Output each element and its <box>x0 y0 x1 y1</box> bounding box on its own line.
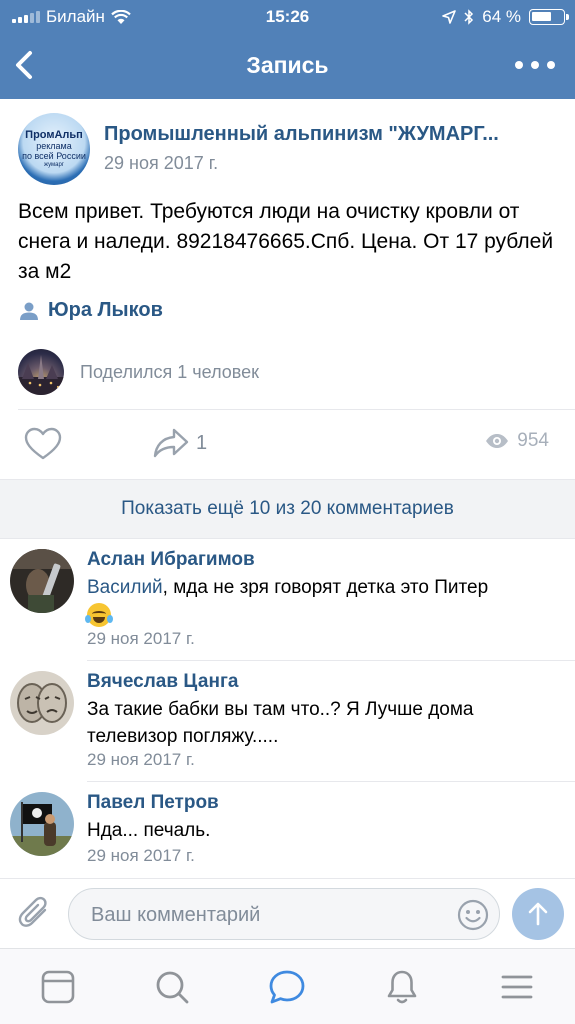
avatar-picture <box>10 549 74 613</box>
share-icon <box>153 428 189 458</box>
show-more-comments-button[interactable]: Показать ещё 10 из 20 комментариев <box>0 479 575 539</box>
comment-text: За такие бабки вы там что..? Я Лучше дом… <box>87 699 474 747</box>
comment-item: Вячеслав Цанга За такие бабки вы там что… <box>0 661 575 782</box>
group-avatar-line4: жумарг <box>43 162 64 168</box>
tab-notifications[interactable] <box>382 967 422 1007</box>
tab-bar <box>0 948 575 1024</box>
like-button[interactable] <box>24 427 62 461</box>
shared-count-text[interactable]: Поделился 1 человек <box>80 362 259 383</box>
share-count: 1 <box>196 431 208 454</box>
share-button[interactable]: 1 <box>152 427 207 459</box>
comment-text: Нда... печаль. <box>87 820 211 841</box>
dot-icon <box>515 61 523 69</box>
comment-input-container <box>68 888 500 940</box>
eye-icon <box>486 434 509 448</box>
comment-mention[interactable]: Василий <box>87 577 163 598</box>
heart-icon <box>24 427 62 460</box>
emoji-button[interactable] <box>457 899 489 931</box>
user-icon <box>20 302 38 320</box>
post-text: Всем привет. Требуются люди на очистку к… <box>18 200 554 283</box>
signer-name: Юра Лыков <box>48 299 163 321</box>
top-bar: Билайн 15:26 64 % Запись <box>0 0 575 99</box>
send-button[interactable] <box>512 888 564 940</box>
location-icon <box>442 10 457 24</box>
avatar-picture <box>10 671 74 735</box>
nav-bar: Запись <box>0 34 575 99</box>
comment-avatar[interactable] <box>10 792 74 856</box>
comment-item: Павел Петров Нда... печаль. 29 ноя 2017 … <box>0 782 575 878</box>
menu-icon <box>501 975 533 999</box>
page-title: Запись <box>246 52 329 78</box>
comment-date: 29 ноя 2017 г. <box>87 846 195 865</box>
group-avatar[interactable]: ПромАльп реклама по всей России жумарг <box>18 113 90 185</box>
paperclip-icon <box>18 896 47 927</box>
tab-search[interactable] <box>152 967 192 1007</box>
search-icon <box>156 971 189 1004</box>
messages-icon <box>269 970 305 1004</box>
attach-button[interactable] <box>18 895 52 931</box>
status-bar: Билайн 15:26 64 % <box>0 0 575 34</box>
comment-text: Василий, мда не зря говорят детка это Пи… <box>85 574 565 628</box>
post-date: 29 ноя 2017 г. <box>104 153 219 173</box>
comment-author[interactable]: Вячеслав Цанга <box>87 671 238 693</box>
tab-news[interactable] <box>38 967 78 1007</box>
comment-date: 29 ноя 2017 г. <box>87 750 195 769</box>
more-button[interactable] <box>515 52 555 78</box>
views-count: 954 <box>517 430 549 451</box>
show-more-label: Показать ещё 10 из 20 комментариев <box>121 498 454 519</box>
laughing-crying-emoji-icon <box>85 602 113 627</box>
comment-author[interactable]: Аслан Ибрагимов <box>87 549 255 571</box>
group-name-link[interactable]: Промышленный альпинизм "ЖУМАРГ... <box>104 123 564 146</box>
comment-author[interactable]: Павел Петров <box>87 792 219 814</box>
battery-percent: 64 % <box>482 7 521 26</box>
city-night-picture <box>18 355 64 395</box>
comment-input[interactable] <box>91 901 441 929</box>
comment-date: 29 ноя 2017 г. <box>87 629 195 648</box>
status-right: 64 % <box>442 7 569 27</box>
group-avatar-line3: по всей России <box>22 151 86 161</box>
tab-messages[interactable] <box>267 967 307 1007</box>
comment-text-body: , мда не зря говорят детка это Питер <box>162 577 489 598</box>
battery-icon <box>529 9 569 25</box>
comment-input-bar <box>0 878 575 948</box>
shared-user-avatar[interactable] <box>18 349 64 395</box>
group-avatar-line1: ПромАльп <box>25 129 83 141</box>
post-actions: 1 954 <box>0 410 575 479</box>
post: ПромАльп реклама по всей России жумарг П… <box>0 99 575 479</box>
group-avatar-line2: реклама <box>36 141 72 151</box>
bluetooth-icon <box>464 9 474 25</box>
arrow-up-icon <box>528 902 548 926</box>
dot-icon <box>547 61 555 69</box>
views-counter: 954 <box>485 430 549 452</box>
comment-avatar[interactable] <box>10 549 74 613</box>
news-icon <box>41 970 75 1004</box>
avatar-picture <box>10 792 74 856</box>
comment-item: Аслан Ибрагимов Василий, мда не зря гово… <box>0 539 575 661</box>
dot-icon <box>531 61 539 69</box>
smiley-icon <box>457 899 489 931</box>
notifications-icon <box>387 970 417 1004</box>
tab-menu[interactable] <box>497 967 537 1007</box>
comment-avatar[interactable] <box>10 671 74 735</box>
post-signer[interactable]: Юра Лыков <box>18 299 163 322</box>
